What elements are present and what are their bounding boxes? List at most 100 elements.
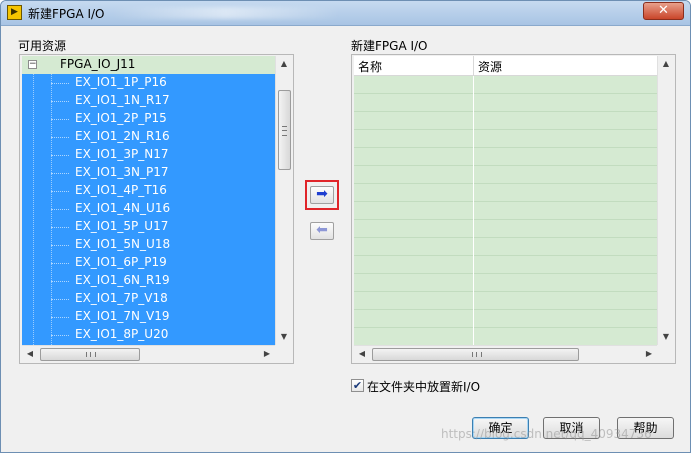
- table-row[interactable]: [354, 202, 657, 220]
- tree-hscroll-thumb[interactable]: [40, 348, 140, 361]
- tree-item[interactable]: EX_IO1_2P_P15: [22, 110, 275, 128]
- tree-item[interactable]: EX_IO1_8P_U20: [22, 326, 275, 344]
- tree-item-label: EX_IO1_4P_T16: [75, 183, 167, 197]
- new-io-label: 新建FPGA I/O: [351, 39, 428, 53]
- tree-connector: [51, 335, 69, 336]
- table-row[interactable]: [354, 310, 657, 328]
- table-row[interactable]: [354, 292, 657, 310]
- table-horizontal-scrollbar[interactable]: ◀ ▶: [354, 345, 657, 362]
- window-title: 新建FPGA I/O: [28, 7, 105, 21]
- table-row[interactable]: [354, 256, 657, 274]
- tree-item-label: EX_IO1_6N_R19: [75, 273, 170, 287]
- title-blur: [111, 7, 341, 19]
- table-row[interactable]: [354, 328, 657, 345]
- tree-item[interactable]: EX_IO1_6N_R19: [22, 272, 275, 290]
- tree-connector: [51, 227, 69, 228]
- watermark: https://blog.csdn.net/qq_40934736: [441, 427, 652, 441]
- tree-connector: [51, 191, 69, 192]
- table-hscroll-thumb[interactable]: [372, 348, 579, 361]
- tree-item[interactable]: EX_IO1_7P_V18: [22, 290, 275, 308]
- tree-guide-line: [33, 74, 34, 345]
- tree-item[interactable]: EX_IO1_4P_T16: [22, 182, 275, 200]
- tree-connector: [51, 137, 69, 138]
- collapse-icon[interactable]: −: [28, 60, 37, 69]
- tree-item-label: EX_IO1_5P_U17: [75, 219, 169, 233]
- tree-item-label: EX_IO1_2P_P15: [75, 111, 167, 125]
- tree-item-label: EX_IO1_1N_R17: [75, 93, 170, 107]
- tree-item-label: EX_IO1_7P_V18: [75, 291, 168, 305]
- scroll-down-icon[interactable]: ▼: [276, 329, 292, 345]
- scroll-down-icon[interactable]: ▼: [658, 329, 674, 345]
- dialog-window: ▶ 新建FPGA I/O ✕ 可用资源 − FPGA_IO_J11 EX_IO1…: [0, 0, 691, 453]
- place-in-folder-label[interactable]: 在文件夹中放置新I/O: [367, 378, 480, 395]
- grip-icon: [471, 352, 482, 357]
- tree-item[interactable]: EX_IO1_1N_R17: [22, 92, 275, 110]
- tree-item[interactable]: EX_IO1_3N_P17: [22, 164, 275, 182]
- tree-connector: [51, 209, 69, 210]
- grip-icon: [86, 352, 96, 357]
- tree-connector: [51, 155, 69, 156]
- column-header-name[interactable]: 名称: [358, 58, 382, 75]
- table-row[interactable]: [354, 220, 657, 238]
- title-bar[interactable]: ▶ 新建FPGA I/O ✕: [1, 1, 690, 26]
- tree-connector: [51, 299, 69, 300]
- tree-item[interactable]: EX_IO1_4N_U16: [22, 200, 275, 218]
- table-row[interactable]: [354, 130, 657, 148]
- tree-item-label: EX_IO1_7N_V19: [75, 309, 170, 323]
- tree-connector: [51, 263, 69, 264]
- table-vertical-scrollbar[interactable]: ▲ ▼: [657, 56, 674, 345]
- available-resources-label: 可用资源: [18, 39, 67, 53]
- table-row[interactable]: [354, 184, 657, 202]
- available-tree[interactable]: − FPGA_IO_J11 EX_IO1_1P_P16 EX_IO1_1N_R17…: [22, 56, 275, 345]
- tree-item[interactable]: EX_IO1_5N_U18: [22, 236, 275, 254]
- scroll-up-icon[interactable]: ▲: [276, 56, 292, 72]
- tree-item[interactable]: EX_IO1_2N_R16: [22, 128, 275, 146]
- tree-connector: [51, 245, 69, 246]
- place-in-folder-checkbox[interactable]: ✔: [351, 379, 364, 392]
- table-row[interactable]: [354, 94, 657, 112]
- scroll-left-icon[interactable]: ◀: [354, 346, 370, 362]
- tree-items: EX_IO1_1P_P16 EX_IO1_1N_R17 EX_IO1_2P_P15 E…: [22, 74, 275, 345]
- scroll-right-icon[interactable]: ▶: [259, 346, 275, 362]
- tree-item[interactable]: EX_IO1_6P_P19: [22, 254, 275, 272]
- table-body[interactable]: [354, 76, 657, 345]
- tree-item-label: EX_IO1_3N_P17: [75, 165, 169, 179]
- tree-item-label: EX_IO1_2N_R16: [75, 129, 170, 143]
- tree-item-label: EX_IO1_3P_N17: [75, 147, 169, 161]
- tree-connector: [51, 173, 69, 174]
- tree-connector: [51, 119, 69, 120]
- table-row[interactable]: [354, 112, 657, 130]
- tree-item-label: EX_IO1_8P_U20: [75, 327, 169, 341]
- app-icon: ▶: [7, 5, 22, 20]
- table-row[interactable]: [354, 274, 657, 292]
- column-separator[interactable]: [473, 56, 474, 75]
- tree-item-label: EX_IO1_5N_U18: [75, 237, 171, 251]
- tree-item-label: EX_IO1_1P_P16: [75, 75, 167, 89]
- tree-item[interactable]: EX_IO1_7N_V19: [22, 308, 275, 326]
- table-row[interactable]: [354, 238, 657, 256]
- table-row[interactable]: [354, 76, 657, 94]
- column-header-resource[interactable]: 资源: [478, 58, 502, 75]
- grip-icon: [282, 126, 287, 136]
- tree-guide-line: [51, 74, 52, 345]
- table-row[interactable]: [354, 148, 657, 166]
- tree-root-label: FPGA_IO_J11: [60, 57, 136, 71]
- tree-item[interactable]: EX_IO1_1P_P16: [22, 74, 275, 92]
- tree-vertical-scrollbar[interactable]: ▲ ▼: [275, 56, 292, 345]
- tree-item[interactable]: EX_IO1_5P_U17: [22, 218, 275, 236]
- tree-connector: [51, 101, 69, 102]
- remove-io-button[interactable]: ⬅: [310, 222, 334, 240]
- scroll-up-icon[interactable]: ▲: [658, 56, 674, 72]
- tree-item[interactable]: EX_IO1_3P_N17: [22, 146, 275, 164]
- scroll-left-icon[interactable]: ◀: [22, 346, 38, 362]
- table-header: 名称 资源: [354, 56, 657, 76]
- tree-connector: [51, 317, 69, 318]
- tree-scroll-thumb[interactable]: [278, 90, 291, 170]
- scroll-right-icon[interactable]: ▶: [641, 346, 657, 362]
- add-io-button[interactable]: ➡: [310, 186, 334, 204]
- close-button[interactable]: ✕: [643, 2, 684, 20]
- table-row[interactable]: [354, 166, 657, 184]
- tree-horizontal-scrollbar[interactable]: ◀ ▶: [22, 345, 275, 362]
- tree-root-node[interactable]: − FPGA_IO_J11: [22, 56, 275, 74]
- new-io-table[interactable]: 名称 资源: [354, 56, 657, 345]
